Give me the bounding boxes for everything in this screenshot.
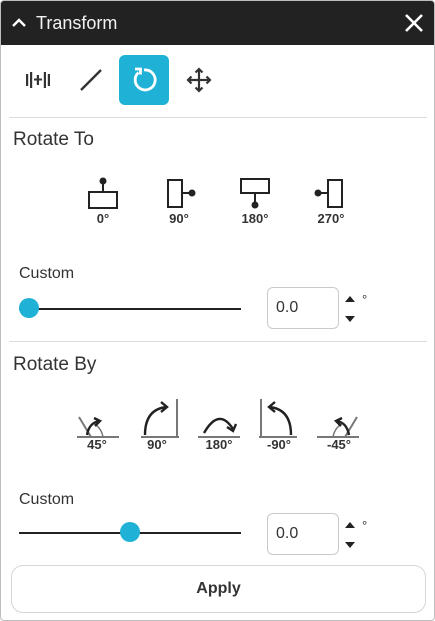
rotate-to-spinner-icon[interactable] — [343, 293, 357, 327]
rotate-by-180-label: 180° — [205, 437, 233, 452]
rotate-to-slider-thumb[interactable] — [19, 298, 39, 318]
rotate-to-0-icon — [88, 177, 118, 209]
rotate-to-180-option[interactable]: 180° — [225, 177, 285, 226]
rotate-by-neg45-icon — [317, 416, 359, 438]
rotate-to-180-label: 180° — [241, 211, 269, 226]
rotate-by-value-input[interactable] — [267, 513, 339, 555]
rotate-to-value-input[interactable] — [267, 287, 339, 329]
rotate-to-270-option[interactable]: 270° — [301, 177, 361, 226]
rotate-by-180-option[interactable]: 180° — [189, 397, 249, 452]
apply-button[interactable]: Apply — [11, 565, 426, 613]
rotate-by-45-label: 45° — [87, 437, 107, 452]
title-bar: Transform — [1, 1, 434, 45]
rotate-by-neg90-icon — [259, 399, 297, 438]
rotate-to-90-option[interactable]: 90° — [149, 177, 209, 226]
rotate-to-90-icon — [167, 179, 196, 208]
panel-title: Transform — [36, 13, 118, 33]
rotate-to-custom-label: Custom — [19, 265, 75, 282]
transform-panel: Transform Rotate To 0° 90° 180° 270° Cus… — [0, 0, 435, 621]
resize-line-icon — [80, 69, 102, 91]
rotate-by-neg45-option[interactable]: -45° — [309, 397, 369, 452]
rotate-tool-button[interactable] — [119, 55, 169, 105]
close-icon[interactable] — [403, 12, 425, 34]
rotate-by-45-icon — [77, 416, 119, 438]
rotate-by-custom-label: Custom — [19, 491, 75, 508]
rotate-to-0-option[interactable]: 0° — [73, 177, 133, 226]
rotate-by-90-option[interactable]: 90° — [127, 397, 187, 452]
rotate-by-90-label: 90° — [147, 437, 167, 452]
rotate-by-slider-thumb[interactable] — [120, 522, 140, 542]
rotate-by-slider[interactable] — [19, 521, 241, 545]
rotate-to-title: Rotate To — [13, 129, 94, 150]
rotate-to-180-icon — [240, 178, 270, 209]
rotate-by-title: Rotate By — [13, 354, 97, 375]
line-tool-button[interactable] — [66, 55, 116, 105]
rotate-to-90-label: 90° — [169, 211, 189, 226]
divider — [9, 117, 427, 118]
rotate-by-neg45-label: -45° — [327, 437, 351, 452]
rotate-by-spinner-icon[interactable] — [343, 519, 357, 553]
move-tool-button[interactable] — [174, 55, 224, 105]
rotate-by-45-option[interactable]: 45° — [67, 397, 127, 452]
rotate-by-180-icon — [198, 417, 240, 438]
rotate-by-neg90-label: -90° — [267, 437, 291, 452]
distribute-tool-button[interactable] — [13, 55, 63, 105]
rotate-by-unit: ° — [362, 518, 368, 533]
distribute-icon — [26, 72, 50, 88]
rotate-by-90-icon — [141, 399, 179, 438]
rotate-to-unit: ° — [362, 292, 368, 307]
rotate-to-slider[interactable] — [19, 297, 241, 321]
rotate-icon — [133, 67, 157, 92]
rotate-by-neg90-option[interactable]: -90° — [249, 397, 309, 452]
chevron-up-icon[interactable] — [11, 15, 27, 31]
rotate-to-slider-track — [19, 308, 241, 310]
rotate-to-270-icon — [314, 179, 343, 208]
rotate-to-270-label: 270° — [317, 211, 345, 226]
divider — [9, 341, 427, 342]
move-icon — [186, 67, 212, 93]
rotate-to-0-label: 0° — [96, 211, 110, 226]
